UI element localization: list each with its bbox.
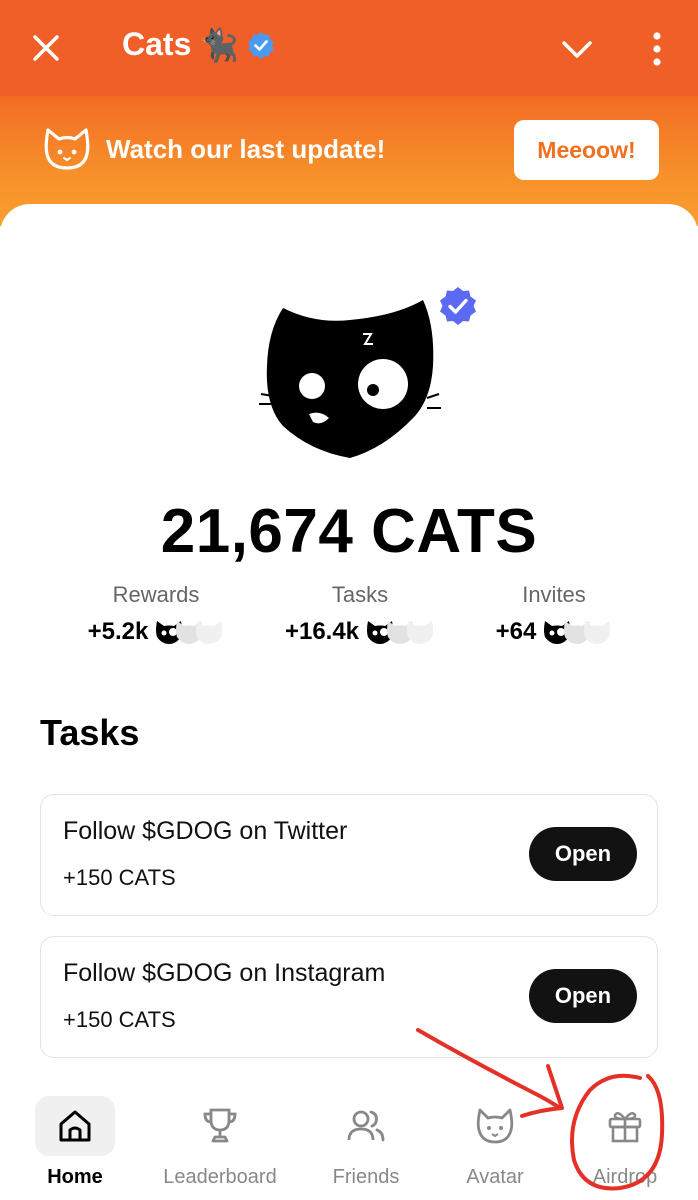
open-task-button[interactable]: Open: [529, 969, 637, 1023]
nav-airdrop[interactable]: Airdrop: [560, 1096, 690, 1196]
close-icon[interactable]: [30, 32, 62, 64]
nav-leaderboard[interactable]: Leaderboard: [155, 1096, 285, 1196]
gift-icon: [608, 1112, 642, 1143]
friends-icon: [347, 1110, 385, 1142]
stat-rewards: Rewards +5.2k: [56, 582, 256, 646]
nav-label: Leaderboard: [163, 1166, 277, 1188]
task-card: Follow $GDOG on Twitter +150 CATS Open: [40, 794, 658, 916]
task-card: Follow $GDOG on Instagram +150 CATS Open: [40, 936, 658, 1058]
chevron-down-icon[interactable]: [560, 34, 594, 64]
cat-avatars-icon: [363, 619, 435, 645]
stat-value: +64: [495, 618, 537, 645]
tasks-heading: Tasks: [40, 712, 140, 753]
nav-label: Home: [47, 1166, 103, 1188]
cat-avatars-icon: [152, 619, 224, 645]
cat-face-icon: [44, 128, 90, 170]
task-reward: +150 CATS: [63, 1007, 176, 1032]
stat-value: +16.4k: [284, 618, 360, 645]
stat-tasks: Tasks +16.4k: [260, 582, 460, 646]
bottom-nav: Home Leaderboard Friends Avatar Airdrop: [0, 1084, 698, 1200]
open-task-button[interactable]: Open: [529, 827, 637, 881]
nav-label: Airdrop: [592, 1166, 658, 1188]
nav-label: Avatar: [466, 1166, 524, 1188]
home-icon: [59, 1110, 91, 1142]
nav-home[interactable]: Home: [10, 1096, 140, 1196]
more-vertical-icon[interactable]: [646, 30, 668, 68]
trophy-icon: [203, 1108, 237, 1143]
meeoow-button[interactable]: Meeoow!: [514, 120, 659, 180]
cat-face-icon: [476, 1108, 514, 1144]
app-title: Cats 🐈‍⬛: [122, 26, 275, 63]
task-reward: +150 CATS: [63, 865, 176, 890]
nav-label: Friends: [332, 1166, 400, 1188]
task-title: Follow $GDOG on Twitter: [63, 817, 348, 845]
verified-badge-icon: [248, 31, 275, 59]
cats-balance: 21,674 CATS: [160, 497, 538, 566]
banner-text: Watch our last update!: [106, 134, 386, 164]
app-title-text: Cats: [122, 26, 192, 62]
verified-badge-icon: [440, 287, 476, 325]
black-cat-emoji: 🐈‍⬛: [199, 26, 240, 63]
stat-value: +5.2k: [87, 618, 149, 645]
stat-label: Invites: [522, 582, 586, 607]
cats-logo: [259, 300, 441, 458]
nav-avatar[interactable]: Avatar: [430, 1096, 560, 1196]
stat-label: Rewards: [112, 582, 200, 607]
nav-friends[interactable]: Friends: [301, 1096, 431, 1196]
cat-avatars-icon: [540, 619, 612, 645]
task-title: Follow $GDOG on Instagram: [63, 959, 386, 987]
stat-invites: Invites +64: [454, 582, 654, 646]
top-bar: Cats 🐈‍⬛: [0, 0, 698, 96]
stat-label: Tasks: [331, 582, 389, 607]
